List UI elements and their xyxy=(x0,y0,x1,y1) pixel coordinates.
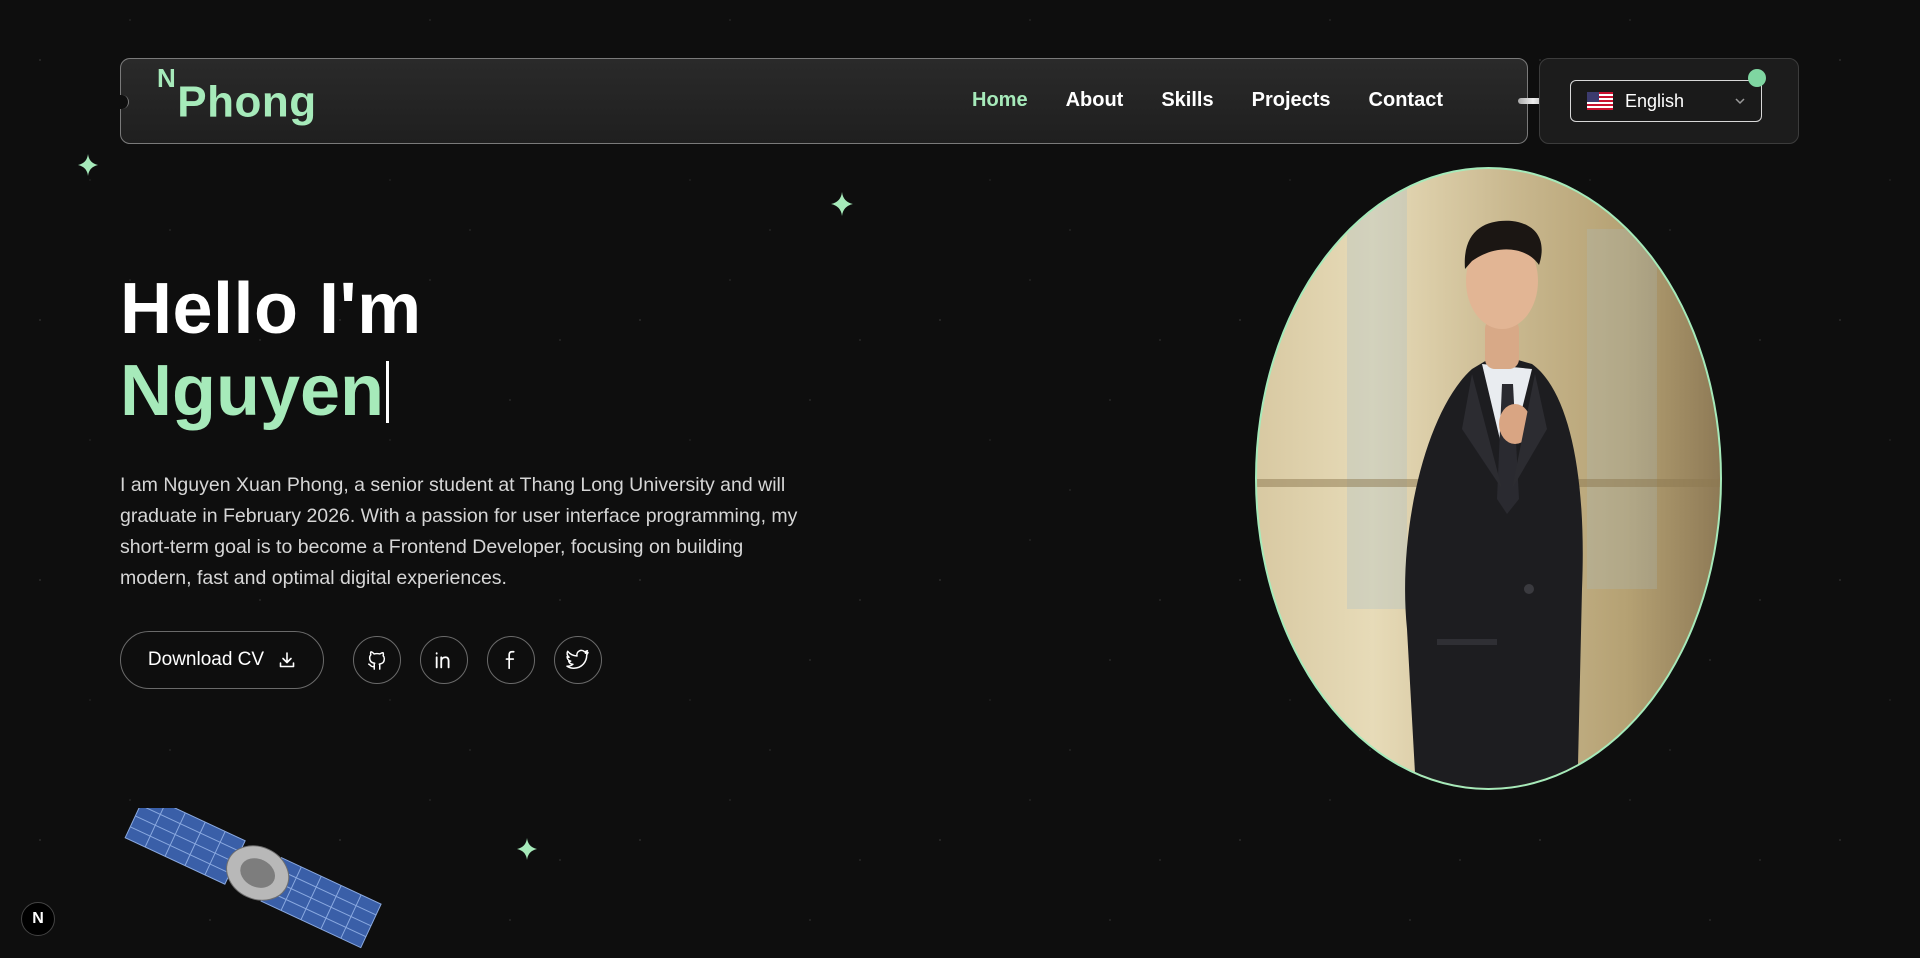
nav-projects[interactable]: Projects xyxy=(1252,89,1331,112)
nav-skills[interactable]: Skills xyxy=(1161,89,1213,112)
download-cv-label: Download CV xyxy=(147,649,265,670)
hero-greeting: Hello I'm xyxy=(120,269,422,349)
chevron-down-icon xyxy=(1735,98,1745,105)
typing-caret xyxy=(386,361,390,423)
nav-home[interactable]: Home xyxy=(972,89,1028,112)
logo-superscript: N xyxy=(157,63,177,93)
linkedin-icon xyxy=(435,652,450,669)
linkedin-link[interactable] xyxy=(420,636,468,684)
twitter-icon xyxy=(566,649,589,669)
person-figure xyxy=(1405,220,1583,788)
github-icon xyxy=(368,651,386,670)
language-label: English xyxy=(1625,90,1685,111)
nav-about[interactable]: About xyxy=(1066,89,1124,112)
facebook-icon xyxy=(505,650,515,670)
sparkle-icon xyxy=(831,192,853,216)
hero-name: Nguyen xyxy=(120,350,390,432)
status-dot xyxy=(1748,69,1766,87)
logo-text: Phong xyxy=(177,77,317,127)
site-logo[interactable]: NPhong xyxy=(157,63,317,128)
facebook-link[interactable] xyxy=(487,636,535,684)
download-cv-button[interactable]: Download CV xyxy=(120,631,324,689)
framework-badge[interactable]: N xyxy=(21,902,55,936)
nav-links: Home About Skills Projects Contact xyxy=(972,89,1443,112)
navigation-bar: NPhong Home About Skills Projects Contac… xyxy=(119,58,1528,144)
download-icon xyxy=(279,652,295,668)
nav-notch xyxy=(119,95,129,109)
twitter-link[interactable] xyxy=(554,636,602,684)
hero-intro: I am Nguyen Xuan Phong, a senior student… xyxy=(120,474,798,589)
sparkle-icon xyxy=(78,154,98,176)
hero-name-text: Nguyen xyxy=(120,351,385,431)
github-link[interactable] xyxy=(353,636,401,684)
profile-photo xyxy=(1255,167,1722,790)
satellite-illustration xyxy=(124,808,382,949)
us-flag-icon xyxy=(1587,92,1613,110)
sparkle-icon xyxy=(517,838,537,860)
language-select[interactable]: English xyxy=(1570,80,1762,122)
nav-contact[interactable]: Contact xyxy=(1369,89,1443,112)
